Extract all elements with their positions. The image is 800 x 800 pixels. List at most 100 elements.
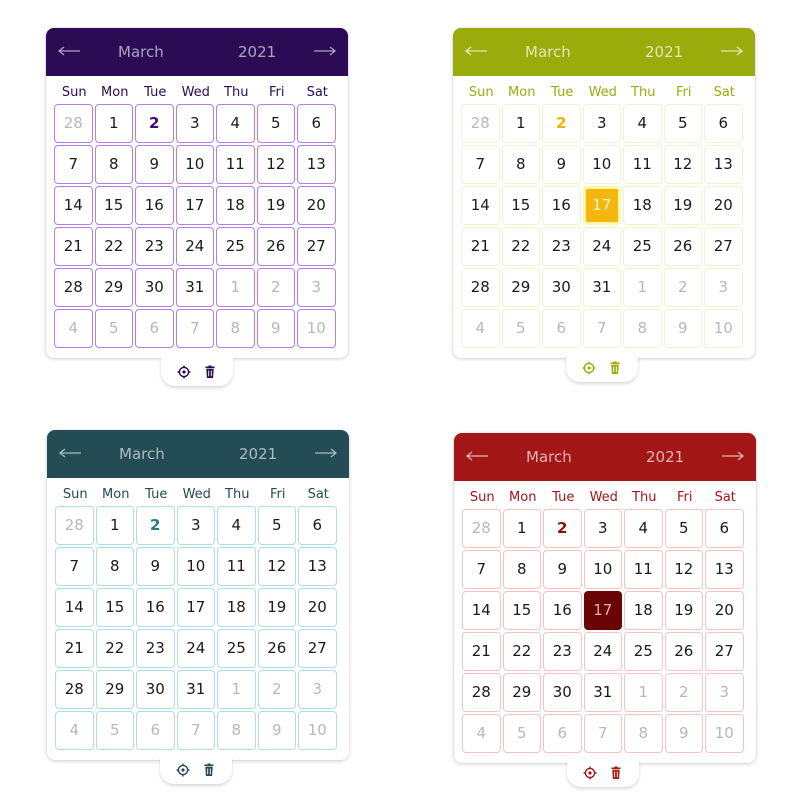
day-cell[interactable]: 4 bbox=[624, 509, 663, 548]
day-cell[interactable]: 30 bbox=[543, 673, 582, 712]
day-cell[interactable]: 16 bbox=[542, 186, 581, 225]
next-month-arrow-icon[interactable] bbox=[312, 41, 338, 61]
day-cell[interactable]: 22 bbox=[501, 227, 540, 266]
day-cell[interactable]: 8 bbox=[501, 145, 540, 184]
day-cell[interactable]: 13 bbox=[704, 145, 743, 184]
day-cell[interactable]: 30 bbox=[542, 268, 581, 307]
day-cell[interactable]: 1 bbox=[94, 104, 133, 143]
day-cell[interactable]: 4 bbox=[55, 711, 94, 750]
day-cell[interactable]: 26 bbox=[663, 227, 702, 266]
day-cell[interactable]: 15 bbox=[95, 588, 134, 627]
day-cell[interactable]: 21 bbox=[462, 632, 501, 671]
day-cell[interactable]: 18 bbox=[216, 186, 255, 225]
day-cell[interactable]: 25 bbox=[624, 632, 663, 671]
target-icon[interactable] bbox=[177, 365, 191, 379]
day-cell[interactable]: 18 bbox=[217, 588, 256, 627]
day-cell[interactable]: 14 bbox=[55, 588, 94, 627]
trash-icon[interactable] bbox=[609, 766, 623, 780]
day-cell[interactable]: 12 bbox=[663, 145, 702, 184]
year-label[interactable]: 2021 bbox=[646, 448, 684, 466]
day-cell[interactable]: 2 bbox=[542, 104, 581, 143]
next-month-arrow-icon[interactable] bbox=[720, 446, 746, 466]
day-cell[interactable]: 30 bbox=[135, 268, 174, 307]
day-cell[interactable]: 2 bbox=[257, 670, 296, 709]
day-cell[interactable]: 31 bbox=[176, 670, 215, 709]
day-cell[interactable]: 9 bbox=[136, 547, 175, 586]
month-label[interactable]: March bbox=[118, 43, 164, 61]
day-cell[interactable]: 28 bbox=[462, 673, 501, 712]
day-cell[interactable]: 29 bbox=[502, 673, 541, 712]
day-cell[interactable]: 14 bbox=[462, 591, 501, 630]
day-cell[interactable]: 12 bbox=[256, 145, 295, 184]
day-cell[interactable]: 20 bbox=[705, 591, 744, 630]
day-cell[interactable]: 17 bbox=[176, 588, 215, 627]
day-cell[interactable]: 6 bbox=[297, 104, 336, 143]
day-cell[interactable]: 26 bbox=[257, 629, 296, 668]
next-month-arrow-icon[interactable] bbox=[719, 41, 745, 61]
day-cell[interactable]: 31 bbox=[582, 268, 621, 307]
day-cell[interactable]: 8 bbox=[624, 714, 663, 753]
day-cell[interactable]: 23 bbox=[543, 632, 582, 671]
day-cell[interactable]: 2 bbox=[664, 673, 703, 712]
target-icon[interactable] bbox=[582, 361, 596, 375]
day-cell[interactable]: 7 bbox=[54, 145, 93, 184]
day-cell[interactable]: 8 bbox=[95, 547, 134, 586]
day-cell[interactable]: 28 bbox=[462, 509, 501, 548]
trash-icon[interactable] bbox=[202, 763, 216, 777]
day-cell[interactable]: 1 bbox=[623, 268, 662, 307]
day-cell[interactable]: 11 bbox=[623, 145, 662, 184]
day-cell[interactable]: 15 bbox=[94, 186, 133, 225]
day-cell[interactable]: 7 bbox=[461, 145, 500, 184]
day-cell[interactable]: 3 bbox=[175, 104, 214, 143]
day-cell[interactable]: 4 bbox=[216, 104, 255, 143]
prev-month-arrow-icon[interactable] bbox=[463, 41, 489, 61]
month-label[interactable]: March bbox=[525, 43, 571, 61]
day-cell[interactable]: 16 bbox=[136, 588, 175, 627]
day-cell[interactable]: 31 bbox=[175, 268, 214, 307]
day-cell[interactable]: 28 bbox=[461, 268, 500, 307]
month-label[interactable]: March bbox=[526, 448, 572, 466]
day-cell[interactable]: 10 bbox=[176, 547, 215, 586]
day-cell[interactable]: 10 bbox=[704, 309, 743, 348]
day-cell[interactable]: 9 bbox=[257, 711, 296, 750]
day-cell[interactable]: 5 bbox=[502, 714, 541, 753]
day-cell[interactable]: 4 bbox=[54, 309, 93, 348]
day-cell[interactable]: 28 bbox=[55, 506, 94, 545]
day-cell[interactable]: 19 bbox=[257, 588, 296, 627]
day-cell[interactable]: 3 bbox=[582, 104, 621, 143]
day-cell[interactable]: 26 bbox=[664, 632, 703, 671]
day-cell[interactable]: 19 bbox=[256, 186, 295, 225]
day-cell[interactable]: 10 bbox=[582, 145, 621, 184]
day-cell[interactable]: 6 bbox=[543, 714, 582, 753]
day-cell[interactable]: 22 bbox=[95, 629, 134, 668]
day-cell[interactable]: 10 bbox=[297, 309, 336, 348]
day-cell[interactable]: 8 bbox=[94, 145, 133, 184]
day-cell[interactable]: 4 bbox=[217, 506, 256, 545]
day-cell[interactable]: 6 bbox=[704, 104, 743, 143]
day-cell[interactable]: 18 bbox=[623, 186, 662, 225]
day-cell[interactable]: 26 bbox=[256, 227, 295, 266]
day-cell[interactable]: 2 bbox=[663, 268, 702, 307]
day-cell[interactable]: 10 bbox=[583, 550, 622, 589]
day-cell[interactable]: 1 bbox=[217, 670, 256, 709]
day-cell[interactable]: 3 bbox=[704, 268, 743, 307]
day-cell[interactable]: 9 bbox=[256, 309, 295, 348]
prev-month-arrow-icon[interactable] bbox=[56, 41, 82, 61]
day-cell[interactable]: 5 bbox=[257, 506, 296, 545]
day-cell[interactable]: 2 bbox=[543, 509, 582, 548]
day-cell[interactable]: 4 bbox=[462, 714, 501, 753]
day-cell[interactable]: 7 bbox=[462, 550, 501, 589]
day-cell[interactable]: 4 bbox=[461, 309, 500, 348]
day-cell[interactable]: 24 bbox=[176, 629, 215, 668]
day-cell[interactable]: 22 bbox=[502, 632, 541, 671]
day-cell[interactable]: 5 bbox=[664, 509, 703, 548]
day-cell[interactable]: 20 bbox=[298, 588, 337, 627]
day-cell[interactable]: 29 bbox=[501, 268, 540, 307]
next-month-arrow-icon[interactable] bbox=[313, 443, 339, 463]
prev-month-arrow-icon[interactable] bbox=[464, 446, 490, 466]
day-cell[interactable]: 27 bbox=[298, 629, 337, 668]
day-cell[interactable]: 31 bbox=[583, 673, 622, 712]
day-cell[interactable]: 29 bbox=[95, 670, 134, 709]
day-cell[interactable]: 7 bbox=[176, 711, 215, 750]
year-label[interactable]: 2021 bbox=[239, 445, 277, 463]
